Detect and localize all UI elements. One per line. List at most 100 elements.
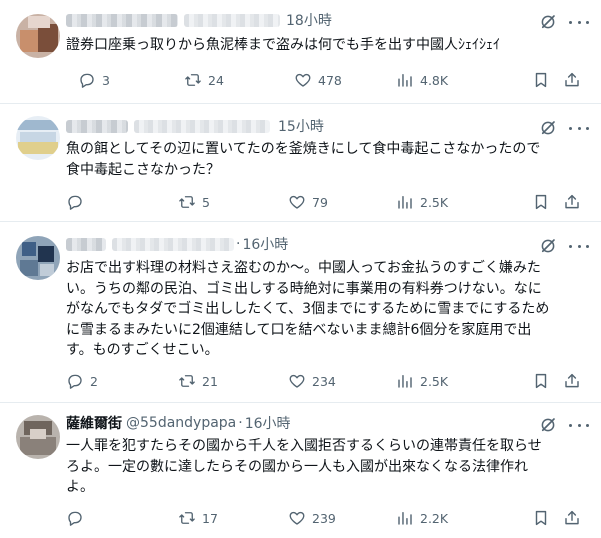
- like-button[interactable]: 79: [288, 192, 328, 212]
- more-icon[interactable]: [569, 416, 589, 434]
- share-icon: [563, 372, 581, 390]
- avatar[interactable]: [16, 415, 60, 459]
- like-button[interactable]: 478: [294, 70, 342, 90]
- reply-button[interactable]: 3: [78, 70, 110, 90]
- blurred-display-name[interactable]: [66, 119, 128, 133]
- views-count: 2.2K: [420, 510, 449, 526]
- views-count: 2.5K: [420, 373, 449, 389]
- post-time[interactable]: 16小時: [242, 234, 288, 254]
- more-icon[interactable]: [569, 13, 589, 31]
- reply-button[interactable]: [66, 508, 90, 528]
- share-button[interactable]: [563, 192, 581, 212]
- more-icon[interactable]: [569, 119, 589, 137]
- action-bar: 3 24 478 4.8K: [66, 70, 586, 90]
- user-handle[interactable]: @55dandypapa: [126, 415, 236, 431]
- views-count: 2.5K: [420, 194, 449, 210]
- bookmark-button[interactable]: [532, 192, 550, 212]
- display-name[interactable]: 薩維爾街: [66, 413, 122, 433]
- repost-button[interactable]: 21: [178, 371, 218, 391]
- reply-button[interactable]: [66, 192, 90, 212]
- repost-button[interactable]: 24: [184, 70, 224, 90]
- post-text-line: に雪まるまみたいに2個連結して口を結べないまま總計6個分を家庭用で出: [66, 321, 532, 338]
- share-icon: [563, 193, 581, 211]
- avatar[interactable]: [16, 236, 60, 280]
- avatar[interactable]: [16, 116, 60, 160]
- post-text-line: がなんでもタダでゴミ出ししたくて、3個までにするために雪までにするため: [66, 301, 550, 317]
- repost-count: 17: [202, 510, 218, 526]
- views-button[interactable]: 2.5K: [396, 371, 448, 391]
- blurred-display-name[interactable]: [66, 13, 178, 27]
- heart-icon: [288, 372, 306, 390]
- grok-icon[interactable]: [539, 416, 557, 434]
- post-text-line: い。うちの鄰の民泊、ゴミ出しする時絶対に事業用の有料券つけない。なに: [66, 280, 542, 297]
- bookmark-button[interactable]: [532, 371, 550, 391]
- grok-icon[interactable]: [539, 237, 557, 255]
- post-time[interactable]: 16小時: [245, 413, 291, 433]
- views-icon: [396, 372, 414, 390]
- action-bar: 2 21 234 2.5K: [66, 371, 586, 391]
- post-header: · 16小時: [66, 234, 288, 254]
- views-icon: [396, 71, 414, 89]
- heart-icon: [294, 71, 312, 89]
- more-icon[interactable]: [569, 237, 589, 255]
- reply-post[interactable]: 18小時 證券口座乗っ取りから魚泥棒まで盗みは何でも手を出す中國人ｼｪｲｼｪｲ …: [0, 0, 601, 104]
- blurred-handle[interactable]: [112, 237, 234, 251]
- views-count: 4.8K: [420, 72, 449, 88]
- blurred-display-name[interactable]: [66, 237, 106, 251]
- bookmark-button[interactable]: [532, 508, 550, 528]
- avatar[interactable]: [16, 14, 60, 58]
- post-text: 魚の餌としてその辺に置いてたのを釜焼きにして食中毒起こさなかったので 食中毒起こ…: [66, 139, 581, 180]
- post-time[interactable]: 15小時: [278, 116, 324, 136]
- separator: ·: [238, 415, 243, 431]
- share-button[interactable]: [563, 70, 581, 90]
- reply-post[interactable]: 薩維爾街 @55dandypapa · 16小時 一人罪を犯すたらその國から千人…: [0, 403, 601, 538]
- blurred-handle[interactable]: [184, 13, 280, 27]
- reply-icon: [66, 193, 84, 211]
- repost-button[interactable]: 17: [178, 508, 218, 528]
- heart-icon: [288, 509, 306, 527]
- post-text-line: す。ものすごくせこい。: [66, 342, 219, 358]
- repost-button[interactable]: 5: [178, 192, 210, 212]
- like-count: 478: [318, 72, 342, 88]
- post-header: 15小時: [66, 116, 324, 136]
- grok-icon[interactable]: [539, 13, 557, 31]
- reply-button[interactable]: 2: [66, 371, 98, 391]
- post-header: 薩維爾街 @55dandypapa · 16小時: [66, 413, 291, 433]
- like-count: 239: [312, 510, 336, 526]
- reply-post[interactable]: 15小時 魚の餌としてその辺に置いてたのを釜焼きにして食中毒起こさなかったので …: [0, 104, 601, 222]
- reply-post[interactable]: · 16小時 お店で出す料理の材料さえ盗むのか〜。中國人ってお金払うのすごく嫌み…: [0, 222, 601, 403]
- post-text-line: 一人罪を犯すたらその國から千人を入國拒否するくらいの連帯責任を取らせ: [66, 438, 542, 454]
- repost-count: 24: [208, 72, 224, 88]
- share-icon: [563, 71, 581, 89]
- views-button[interactable]: 2.5K: [396, 192, 448, 212]
- blurred-handle[interactable]: [134, 119, 270, 133]
- repost-icon: [178, 193, 196, 211]
- bookmark-button[interactable]: [532, 70, 550, 90]
- action-bar: 17 239 2.2K: [66, 508, 586, 528]
- post-text-line: ろよ。一定の數に達したらその國から一人も入國が出來なくなる法律作れ: [66, 458, 528, 475]
- views-button[interactable]: 4.8K: [396, 70, 448, 90]
- bookmark-icon: [532, 372, 550, 390]
- grok-icon[interactable]: [539, 119, 557, 137]
- post-text-line: 魚の餌としてその辺に置いてたのを釜焼きにして食中毒起こさなかったので: [66, 141, 541, 157]
- bookmark-icon: [532, 71, 550, 89]
- post-text: 證券口座乗っ取りから魚泥棒まで盗みは何でも手を出す中國人ｼｪｲｼｪｲ: [66, 35, 581, 56]
- post-text-line: 證券口座乗っ取りから魚泥棒まで盗みは何でも手を出す中國人ｼｪｲｼｪｲ: [66, 37, 500, 53]
- share-button[interactable]: [563, 508, 581, 528]
- like-count: 79: [312, 194, 328, 210]
- post-time[interactable]: 18小時: [286, 10, 332, 30]
- like-button[interactable]: 234: [288, 371, 336, 391]
- bookmark-icon: [532, 509, 550, 527]
- post-header: 18小時: [66, 10, 332, 30]
- reply-feed: 18小時 證券口座乗っ取りから魚泥棒まで盗みは何でも手を出す中國人ｼｪｲｼｪｲ …: [0, 0, 601, 538]
- separator: ·: [236, 236, 241, 252]
- post-text-line: 食中毒起こさなかった？: [66, 161, 220, 178]
- like-button[interactable]: 239: [288, 508, 336, 528]
- views-icon: [396, 509, 414, 527]
- views-button[interactable]: 2.2K: [396, 508, 448, 528]
- repost-icon: [178, 509, 196, 527]
- repost-icon: [184, 71, 202, 89]
- views-icon: [396, 193, 414, 211]
- share-button[interactable]: [563, 371, 581, 391]
- reply-count: 3: [102, 72, 110, 88]
